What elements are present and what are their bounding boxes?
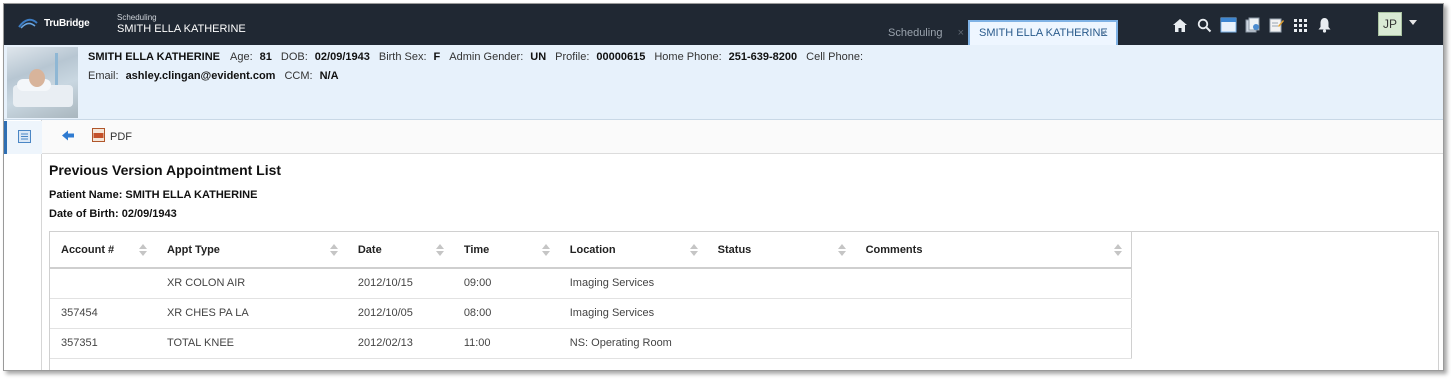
column-header[interactable]: Location	[558, 232, 707, 269]
home-icon[interactable]	[1171, 16, 1189, 34]
cell-status	[706, 268, 855, 299]
brand-name: TruBridge	[44, 17, 90, 29]
top-bar: TruBridge Scheduling SMITH ELLA KATHERIN…	[4, 4, 1443, 45]
bell-icon[interactable]	[1315, 16, 1333, 34]
table-row[interactable]: 357454 XR CHES PA LA 2012/10/05 08:00 Im…	[50, 298, 1132, 329]
cell-time: 11:00	[452, 328, 559, 359]
ccm-value: N/A	[319, 70, 339, 82]
tab-scheduling[interactable]: Scheduling ×	[880, 22, 968, 45]
content-toolbar: PDF	[42, 120, 1443, 154]
birth-sex-value: F	[433, 51, 441, 63]
note-edit-icon[interactable]	[1267, 16, 1285, 34]
documents-icon[interactable]	[1243, 16, 1261, 34]
birth-sex-label: Birth Sex:	[378, 51, 427, 63]
column-header[interactable]: Comments	[854, 232, 1132, 269]
cell-appt-type: XR COLON AIR	[155, 268, 347, 299]
close-icon[interactable]: ×	[1100, 26, 1107, 40]
cell-location: Imaging Services	[558, 268, 707, 299]
admin-gender-value: UN	[530, 51, 547, 63]
appointment-table: Account # Appt Type Date Time Location S…	[50, 232, 1132, 359]
cell-comments	[854, 328, 1132, 359]
cell-location: NS: Operating Room	[558, 328, 707, 359]
sort-icon	[329, 244, 338, 256]
user-avatar[interactable]: JP	[1378, 12, 1402, 36]
main-content: Previous Version Appointment List Patien…	[49, 162, 1439, 220]
rail-item-list[interactable]	[4, 121, 42, 154]
sort-icon	[435, 244, 444, 256]
ccm-label: CCM:	[284, 70, 313, 82]
admin-gender-label: Admin Gender:	[449, 51, 524, 63]
pdf-icon	[92, 128, 105, 145]
left-rail	[4, 120, 42, 370]
dob-label: DOB:	[280, 51, 308, 63]
column-header[interactable]: Appt Type	[155, 232, 347, 269]
close-icon[interactable]: ×	[958, 27, 964, 39]
home-phone-value: 251-639-8200	[728, 51, 798, 63]
sort-icon	[837, 244, 846, 256]
patient-name-line: Patient Name: SMITH ELLA KATHERINE	[49, 189, 258, 201]
cell-time: 09:00	[452, 268, 559, 299]
profile-value: 00000615	[596, 51, 646, 63]
trubridge-logo-icon	[18, 17, 38, 29]
column-header[interactable]: Date	[346, 232, 453, 269]
sort-icon	[541, 244, 550, 256]
cell-account	[50, 268, 156, 299]
context-patient-name: SMITH ELLA KATHERINE	[117, 23, 246, 35]
home-phone-label: Home Phone:	[654, 51, 722, 63]
module-label: Scheduling	[117, 13, 157, 22]
table-row[interactable]: 357351 TOTAL KNEE 2012/02/13 11:00 NS: O…	[50, 328, 1132, 359]
age-value: 81	[259, 51, 272, 63]
cell-date: 2012/10/05	[346, 298, 453, 329]
patient-name: SMITH ELLA KATHERINE	[88, 51, 220, 63]
sort-icon	[138, 244, 147, 256]
cell-location: Imaging Services	[558, 298, 707, 329]
apps-grid-icon[interactable]	[1291, 16, 1309, 34]
appointment-grid: Account # Appt Type Date Time Location S…	[49, 231, 1439, 370]
back-arrow-icon[interactable]	[62, 130, 75, 144]
chevron-down-icon[interactable]	[1409, 20, 1417, 25]
patient-banner: SMITH ELLA KATHERINE Age: 81 DOB: 02/09/…	[4, 45, 1443, 120]
patient-photo	[7, 47, 78, 118]
brand-logo[interactable]: TruBridge	[18, 17, 90, 29]
cell-date: 2012/10/15	[346, 268, 453, 299]
cell-comments	[854, 298, 1132, 329]
cell-account: 357454	[50, 298, 156, 329]
profile-label: Profile:	[555, 51, 590, 63]
date-of-birth-line: Date of Birth: 02/09/1943	[49, 208, 177, 220]
cell-time: 08:00	[452, 298, 559, 329]
tab-patient[interactable]: SMITH ELLA KATHERINE ×	[968, 20, 1118, 45]
tab-label: Scheduling	[888, 27, 943, 39]
column-header[interactable]: Status	[706, 232, 855, 269]
sort-icon	[689, 244, 698, 256]
cell-status	[706, 328, 855, 359]
cell-comments	[854, 268, 1132, 299]
email-value: ashley.clingan@evident.com	[125, 70, 276, 82]
table-row[interactable]: XR COLON AIR 2012/10/15 09:00 Imaging Se…	[50, 268, 1132, 299]
pdf-button[interactable]: PDF	[92, 128, 132, 145]
app-context: Scheduling SMITH ELLA KATHERINE	[117, 13, 246, 36]
pdf-label: PDF	[110, 130, 132, 143]
cell-phone-label: Cell Phone:	[806, 51, 864, 63]
table-header-row: Account # Appt Type Date Time Location S…	[50, 232, 1132, 269]
cell-date: 2012/02/13	[346, 328, 453, 359]
patient-demographics: SMITH ELLA KATHERINE Age: 81 DOB: 02/09/…	[88, 51, 870, 89]
column-header[interactable]: Time	[452, 232, 559, 269]
cell-account: 357351	[50, 328, 156, 359]
top-icons	[1171, 16, 1333, 34]
search-icon[interactable]	[1195, 16, 1213, 34]
page-title: Previous Version Appointment List	[49, 162, 282, 178]
cell-appt-type: XR CHES PA LA	[155, 298, 347, 329]
dob-value: 02/09/1943	[314, 51, 370, 63]
email-label: Email:	[88, 70, 119, 82]
age-label: Age:	[230, 51, 253, 63]
tab-label: SMITH ELLA KATHERINE	[979, 27, 1108, 39]
app-window: TruBridge Scheduling SMITH ELLA KATHERIN…	[3, 3, 1444, 371]
sort-icon	[1114, 244, 1122, 256]
list-view-icon	[18, 129, 31, 146]
window-icon[interactable]	[1219, 16, 1237, 34]
column-header[interactable]: Account #	[50, 232, 156, 269]
cell-status	[706, 298, 855, 329]
cell-appt-type: TOTAL KNEE	[155, 328, 347, 359]
